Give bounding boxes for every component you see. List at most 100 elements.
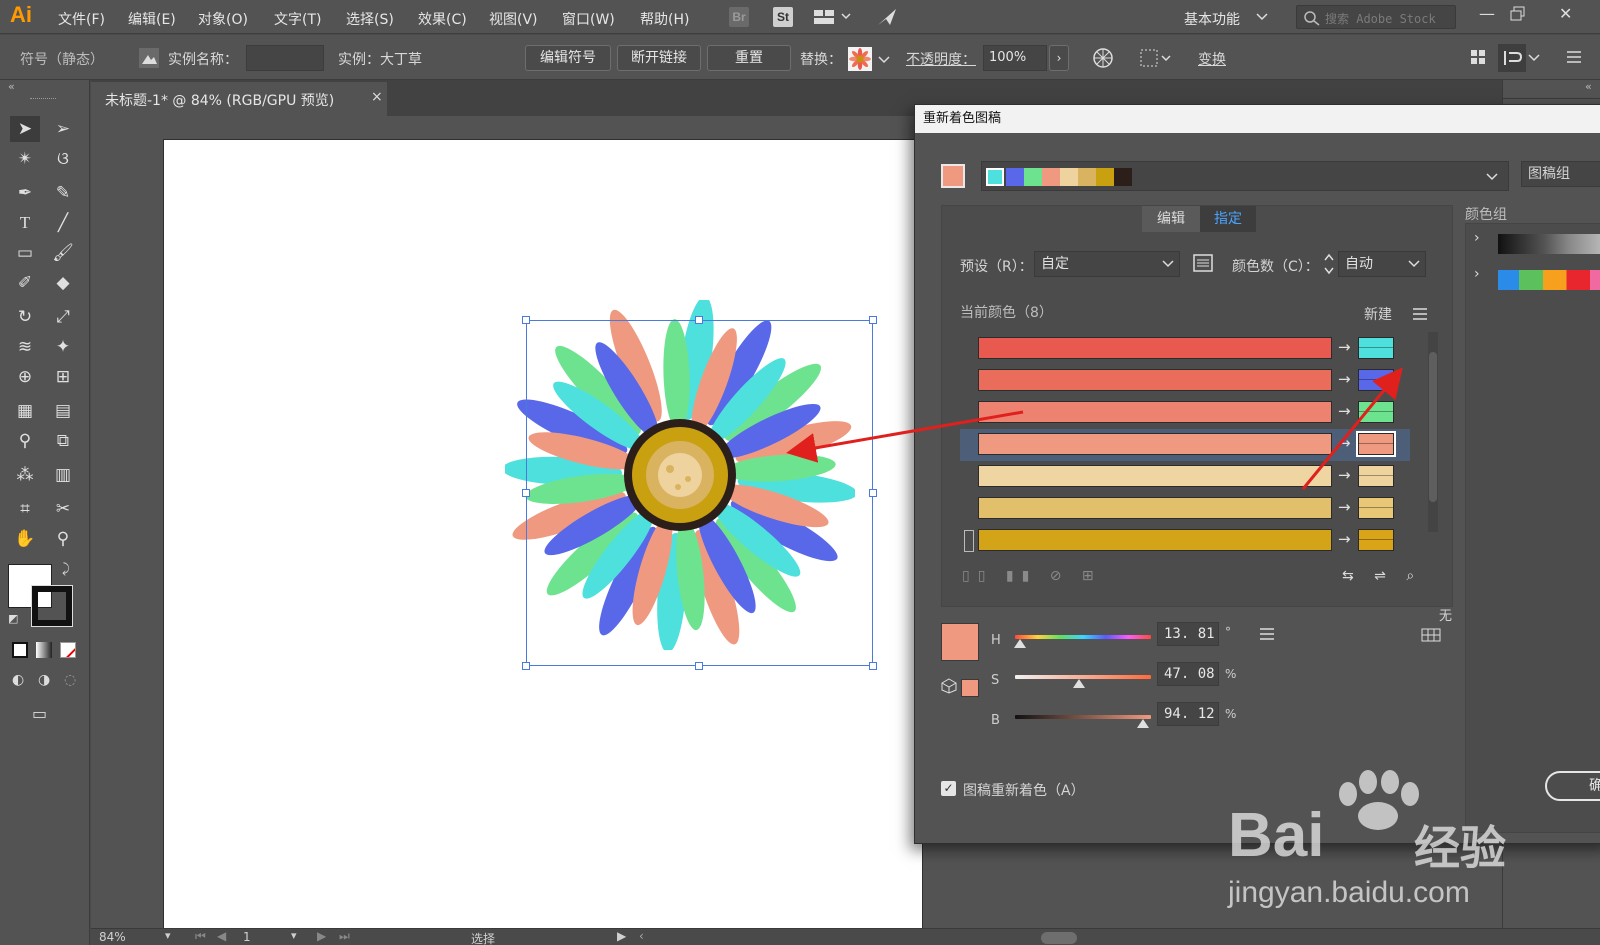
shape-builder-tool-icon[interactable]: ⊕ xyxy=(10,364,40,390)
eyedropper-tool-icon[interactable]: ⚲ xyxy=(10,428,40,454)
line-tool-icon[interactable]: ╱ xyxy=(48,210,78,236)
hue-slider-thumb[interactable] xyxy=(1014,639,1027,648)
opacity-input[interactable]: 100% xyxy=(983,45,1047,71)
menu-icon[interactable] xyxy=(1259,627,1275,641)
magic-wand-tool-icon[interactable]: ✴ xyxy=(10,146,40,172)
first-page-icon[interactable]: ⏮ xyxy=(195,929,206,944)
scroll-left-icon[interactable]: ‹ xyxy=(639,929,644,943)
strip-swatch[interactable] xyxy=(1042,168,1060,186)
curvature-tool-icon[interactable]: ✎ xyxy=(48,180,78,206)
symbol-sprayer-tool-icon[interactable]: ⁂ xyxy=(10,462,40,488)
symbol-thumbnail-icon[interactable] xyxy=(848,47,872,71)
color-count-stepper[interactable] xyxy=(1322,251,1336,277)
column-graph-tool-icon[interactable]: ▥ xyxy=(48,462,78,488)
hue-slider[interactable] xyxy=(1015,635,1151,639)
color-mode-icon[interactable] xyxy=(12,642,28,658)
pen-tool-icon[interactable]: ✒ xyxy=(10,180,40,206)
active-color-swatch[interactable] xyxy=(941,164,965,188)
restore-button[interactable] xyxy=(1510,6,1526,22)
tab-assign[interactable]: 指定 xyxy=(1200,206,1256,232)
replace-dropdown-icon[interactable] xyxy=(878,56,890,64)
brightness-input[interactable]: 94. 12 xyxy=(1157,702,1219,726)
puppet-warp-tool-icon[interactable]: ✦ xyxy=(48,334,78,360)
strip-swatch[interactable] xyxy=(986,168,1004,186)
screen-mode-icon[interactable]: ▭ xyxy=(32,704,47,723)
workspace-switcher[interactable]: 基本功能 xyxy=(1184,9,1240,29)
gradient-tool-icon[interactable]: ▤ xyxy=(48,398,78,424)
resize-handle[interactable] xyxy=(869,662,877,670)
chevron-right-icon[interactable]: › xyxy=(1474,266,1480,282)
none-mode-icon[interactable] xyxy=(60,642,76,658)
slice-tool-icon[interactable]: ✂ xyxy=(48,496,78,522)
prev-page-icon[interactable]: ◀ xyxy=(217,929,226,943)
row-grip-icon[interactable] xyxy=(964,530,974,552)
resize-handle[interactable] xyxy=(695,662,703,670)
reset-button[interactable]: 重置 xyxy=(707,45,791,71)
new-color-swatch[interactable] xyxy=(1358,529,1394,551)
chevron-right-icon[interactable]: › xyxy=(1474,230,1480,246)
menu-icon[interactable] xyxy=(1566,50,1582,64)
type-tool-icon[interactable]: T xyxy=(10,210,40,236)
grid-view-icon[interactable] xyxy=(1470,49,1486,65)
arrow-right-icon[interactable]: → xyxy=(1338,338,1351,356)
toolbar-grip[interactable] xyxy=(30,98,56,101)
recolor-artwork-checkbox[interactable]: ✓ xyxy=(941,781,956,796)
cube-icon[interactable] xyxy=(941,678,957,694)
swatch-library-icon[interactable] xyxy=(1421,627,1445,643)
draw-behind-icon[interactable]: ◑ xyxy=(38,672,50,688)
publish-icon[interactable] xyxy=(876,7,898,27)
menu-type[interactable]: 文字(T) xyxy=(274,9,321,29)
resize-handle[interactable] xyxy=(695,316,703,324)
bottom-right-tool-icons[interactable]: ⇆ ⇌ ⌕ xyxy=(1342,568,1442,588)
rectangle-tool-icon[interactable]: ▭ xyxy=(10,240,40,266)
strip-swatch[interactable] xyxy=(1114,168,1132,186)
strip-swatch[interactable] xyxy=(1024,168,1042,186)
chevron-down-icon[interactable] xyxy=(1528,54,1540,62)
selection-tool-icon[interactable]: ➤ xyxy=(10,116,40,142)
strip-swatch[interactable] xyxy=(1006,168,1024,186)
chevron-down-icon[interactable] xyxy=(1485,172,1499,182)
opacity-expand-button[interactable]: › xyxy=(1049,45,1069,71)
current-color-bar[interactable] xyxy=(978,529,1332,551)
next-page-icon[interactable]: ▶ xyxy=(317,929,326,943)
brights-group[interactable] xyxy=(1498,270,1600,290)
stroke-swatch[interactable] xyxy=(31,585,73,627)
close-tab-icon[interactable]: × xyxy=(371,89,383,105)
menu-effect[interactable]: 效果(C) xyxy=(418,9,467,29)
mesh-tool-icon[interactable]: ▦ xyxy=(10,398,40,424)
color-row[interactable]: → xyxy=(960,525,1410,557)
draw-normal-icon[interactable]: ◐ xyxy=(12,672,24,688)
stock-icon[interactable]: St xyxy=(773,7,793,27)
transform-link[interactable]: 变换 xyxy=(1198,49,1226,69)
gradient-mode-icon[interactable] xyxy=(36,642,52,658)
color-model-swatch[interactable] xyxy=(961,679,979,697)
horizontal-scroll-thumb[interactable] xyxy=(1041,932,1077,944)
resize-handle[interactable] xyxy=(522,662,530,670)
stock-search-input[interactable]: 搜索 Adobe Stock xyxy=(1296,5,1456,29)
artboard-tool-icon[interactable]: ⌗ xyxy=(10,496,40,522)
menu-icon[interactable] xyxy=(1412,307,1428,321)
zoom-tool-icon[interactable]: ⚲ xyxy=(48,526,78,552)
direct-selection-tool-icon[interactable]: ➢ xyxy=(48,116,78,142)
edit-symbol-button[interactable]: 编辑符号 xyxy=(525,45,611,71)
chevron-down-icon[interactable] xyxy=(1256,13,1268,21)
brightness-slider[interactable] xyxy=(1015,715,1151,719)
page-number[interactable]: 1 xyxy=(243,930,251,944)
current-color-bar[interactable] xyxy=(978,337,1332,359)
page-dropdown-icon[interactable]: ▾ xyxy=(291,929,297,942)
opacity-label[interactable]: 不透明度： xyxy=(906,49,976,69)
resize-handle[interactable] xyxy=(522,489,530,497)
harmony-color-strip[interactable] xyxy=(981,161,1509,191)
blend-tool-icon[interactable]: ⧉ xyxy=(48,428,78,454)
default-fill-stroke-icon[interactable]: ◩ xyxy=(8,612,18,625)
resize-handle[interactable] xyxy=(522,316,530,324)
ok-button[interactable]: 确 xyxy=(1545,771,1600,801)
document-tab[interactable]: 未标题-1* @ 84% (RGB/GPU 预览) × xyxy=(91,82,387,116)
zoom-level[interactable]: 84% xyxy=(99,930,126,944)
arrange-documents-icon[interactable] xyxy=(814,9,854,25)
eraser-tool-icon[interactable]: ◆ xyxy=(48,270,78,296)
shaper-tool-icon[interactable]: ✐ xyxy=(10,270,40,296)
brightness-slider-thumb[interactable] xyxy=(1136,719,1149,728)
menu-object[interactable]: 对象(O) xyxy=(198,9,248,29)
menu-view[interactable]: 视图(V) xyxy=(489,9,538,29)
